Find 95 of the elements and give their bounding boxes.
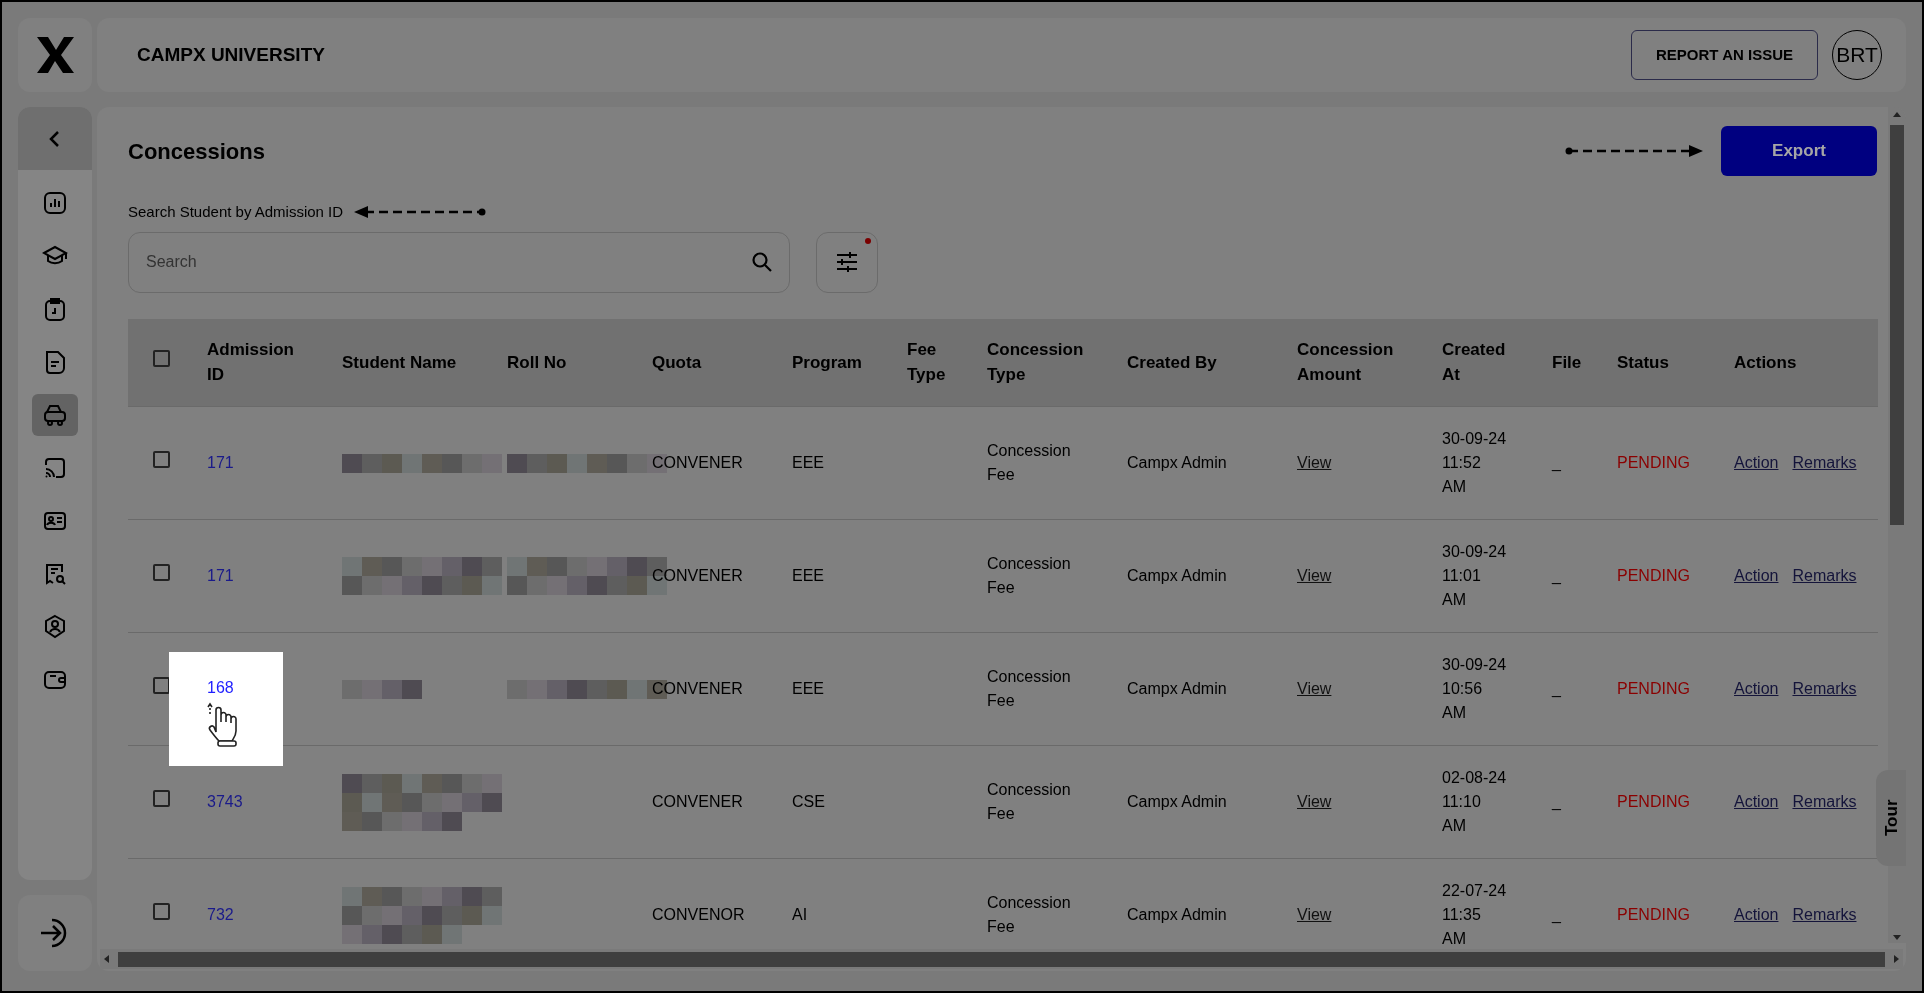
- column-header: Concession Type: [987, 339, 1084, 387]
- action-link[interactable]: Action: [1734, 906, 1779, 924]
- admission-id-link[interactable]: 168: [207, 676, 283, 700]
- table-cell-text: Concession Fee: [987, 780, 1071, 824]
- column-header: Admission ID: [207, 339, 294, 387]
- table-cell: Campx Admin: [1127, 680, 1227, 697]
- table-cell-text: Concession Fee: [987, 554, 1071, 598]
- table-cell: Campx Admin: [1127, 906, 1227, 924]
- scrollbar-thumb[interactable]: [1890, 125, 1904, 525]
- column-header: File: [1552, 351, 1582, 374]
- admission-id-link[interactable]: 171: [207, 454, 234, 471]
- action-link[interactable]: Remarks: [1792, 906, 1857, 924]
- sliders-icon: [835, 251, 859, 273]
- column-header: Status: [1617, 351, 1669, 374]
- cast-icon: [42, 455, 68, 481]
- chart-icon: [42, 190, 68, 216]
- status-text: PENDING: [1617, 906, 1690, 924]
- search-label: Search Student by Admission ID: [128, 202, 344, 222]
- table-cell: CONVENER: [652, 793, 743, 810]
- table-cell-text: 02-08-24 11:10 AM: [1442, 768, 1507, 836]
- status-text: PENDING: [1617, 454, 1690, 471]
- table-cell: EEE: [792, 567, 824, 584]
- table-cell: Campx Admin: [1127, 567, 1227, 584]
- car-icon: [42, 402, 68, 428]
- scrollbar-thumb[interactable]: [118, 951, 1885, 967]
- column-header: Student Name: [342, 351, 457, 374]
- status-text: PENDING: [1617, 680, 1690, 697]
- sidebar-item[interactable]: [32, 394, 78, 436]
- page-title: Concessions: [128, 137, 266, 166]
- table-cell: Campx Admin: [1127, 793, 1227, 810]
- view-link[interactable]: View: [1297, 454, 1332, 471]
- action-link[interactable]: Action: [1734, 567, 1779, 584]
- admission-id-link[interactable]: 3743: [207, 793, 243, 810]
- search-field[interactable]: Search: [128, 231, 790, 293]
- column-header: Program: [792, 351, 862, 374]
- horizontal-scrollbar[interactable]: [100, 949, 1903, 969]
- table-cell-text: Concession Fee: [987, 667, 1071, 711]
- action-link[interactable]: Action: [1734, 793, 1779, 810]
- table-cell: CONVENER: [652, 680, 743, 697]
- clipboard-icon: [42, 296, 68, 322]
- user-shield-icon: [42, 614, 68, 640]
- table-cell: _: [1552, 454, 1561, 471]
- report-issue-button[interactable]: REPORT AN ISSUE: [1631, 30, 1818, 80]
- action-link[interactable]: Remarks: [1792, 680, 1857, 697]
- tour-tab[interactable]: Tour: [1876, 770, 1906, 866]
- filter-button[interactable]: [816, 231, 878, 293]
- admission-id-link[interactable]: 171: [207, 567, 234, 584]
- checkbox[interactable]: [153, 903, 170, 921]
- search-icon: [751, 250, 773, 273]
- logo-icon: [35, 35, 75, 75]
- table-cell: EEE: [792, 454, 824, 471]
- admission-id-link[interactable]: 732: [207, 906, 234, 924]
- table-cell: _: [1552, 793, 1561, 810]
- checkbox[interactable]: [153, 564, 170, 581]
- university-name: CAMPX UNIVERSITY: [137, 42, 326, 67]
- action-link[interactable]: Remarks: [1792, 567, 1857, 584]
- column-header: Created By: [1127, 351, 1217, 374]
- action-link[interactable]: Remarks: [1792, 454, 1857, 471]
- view-link[interactable]: View: [1297, 567, 1332, 584]
- table-cell-text: 30-09-24 11:52 AM: [1442, 429, 1507, 497]
- table-cell-text: 30-09-24 11:01 AM: [1442, 542, 1507, 610]
- view-link[interactable]: View: [1297, 793, 1332, 810]
- action-link[interactable]: Remarks: [1792, 793, 1857, 810]
- status-text: PENDING: [1617, 567, 1690, 584]
- checkbox[interactable]: [153, 451, 170, 468]
- table-cell: CONVENOR: [652, 906, 745, 924]
- table-cell-text: Concession Fee: [987, 441, 1071, 485]
- table-cell-text: 30-09-24 10:56 AM: [1442, 655, 1507, 723]
- column-header: Roll No: [507, 351, 567, 374]
- view-link[interactable]: View: [1297, 906, 1332, 924]
- table-cell: _: [1552, 906, 1561, 924]
- action-link[interactable]: Action: [1734, 680, 1779, 697]
- table-cell: CONVENER: [652, 567, 743, 584]
- column-header: Fee Type: [907, 339, 946, 387]
- table-cell: CONVENER: [652, 454, 743, 471]
- column-header: Concession Amount: [1297, 339, 1394, 387]
- table-cell: Campx Admin: [1127, 454, 1227, 471]
- table-cell-text: 22-07-24 11:35 AM: [1442, 881, 1507, 949]
- table-cell: _: [1552, 680, 1561, 697]
- column-header: Quota: [652, 351, 702, 374]
- logout-button[interactable]: [18, 895, 92, 971]
- table-cell: AI: [792, 906, 808, 924]
- checkbox[interactable]: [153, 790, 170, 807]
- view-link[interactable]: View: [1297, 680, 1332, 697]
- column-header: Actions: [1734, 351, 1797, 374]
- export-button[interactable]: Export: [1721, 126, 1877, 176]
- action-link[interactable]: Action: [1734, 454, 1779, 471]
- table-cell: CSE: [792, 793, 825, 810]
- column-header: Created At: [1442, 339, 1506, 387]
- avatar[interactable]: BRT: [1832, 30, 1882, 80]
- table-cell: EEE: [792, 680, 824, 697]
- checkbox[interactable]: [153, 350, 170, 368]
- table-cell: _: [1552, 567, 1561, 584]
- table-cell-text: Concession Fee: [987, 893, 1071, 938]
- status-text: PENDING: [1617, 793, 1690, 810]
